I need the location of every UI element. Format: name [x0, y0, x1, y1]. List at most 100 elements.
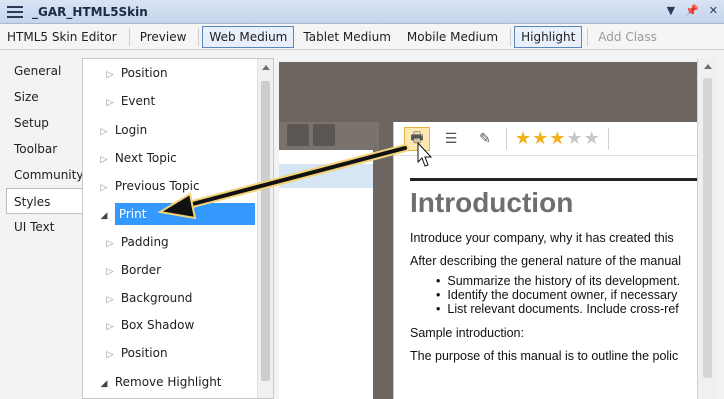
- menu-icon[interactable]: [7, 5, 23, 18]
- tree-item-print[interactable]: ◢ Print: [97, 203, 257, 225]
- tab-setup[interactable]: Setup: [0, 110, 82, 136]
- tree-item-label: Border: [120, 263, 162, 277]
- tab-toolbar[interactable]: Toolbar: [0, 136, 82, 162]
- tree-item-remove-highlight[interactable]: ◢ Remove Highlight: [97, 371, 222, 393]
- expand-icon[interactable]: ▷: [103, 233, 117, 255]
- preview-scrollbar[interactable]: [697, 58, 717, 399]
- toolbar-divider: [198, 27, 200, 46]
- scroll-thumb[interactable]: [261, 81, 270, 381]
- paragraph: After describing the general nature of t…: [410, 254, 682, 268]
- scroll-up-icon[interactable]: [262, 65, 270, 70]
- topic-heading: Introduction: [410, 187, 574, 218]
- tree-item-label: Login: [114, 123, 148, 137]
- tree-item-next-topic[interactable]: ▷ Next Topic: [97, 147, 177, 169]
- pin-icon[interactable]: 📌: [685, 4, 699, 17]
- collapse-icon[interactable]: ◢: [97, 205, 111, 227]
- highlight-button[interactable]: Highlight: [514, 25, 583, 48]
- tree-item-event[interactable]: ▷ Event: [103, 90, 156, 114]
- expand-icon[interactable]: ▷: [103, 64, 117, 86]
- expand-icon[interactable]: ▷: [103, 316, 117, 338]
- list-icon[interactable]: ☰: [438, 127, 464, 151]
- tree-item-label: Previous Topic: [114, 179, 200, 193]
- tree-scrollbar[interactable]: [257, 59, 273, 398]
- tree-item-label: Background: [120, 291, 193, 305]
- tree-item-padding[interactable]: ▷ Padding: [103, 231, 169, 253]
- toolbar-divider: [128, 27, 130, 46]
- editor-toolbar: HTML5 Skin Editor Preview Web Medium Tab…: [0, 24, 724, 50]
- list-item: List relevant documents. Include cross-r…: [436, 302, 697, 316]
- toolbar-divider: [510, 27, 512, 46]
- list-icon[interactable]: [313, 124, 335, 146]
- edit-icon[interactable]: ✎: [472, 127, 498, 151]
- tab-ui-text[interactable]: UI Text: [0, 214, 82, 240]
- tree-item-label: Padding: [120, 235, 169, 249]
- tree-item-label: Box Shadow: [120, 318, 195, 332]
- tree-item-label: Event: [120, 94, 156, 108]
- preview-button[interactable]: Preview: [133, 26, 194, 48]
- topic-body: Introduction Introduce your company, why…: [410, 178, 697, 372]
- list-item: Identify the document owner, if necessar…: [436, 288, 697, 302]
- tree-item-login[interactable]: ▷ Login: [97, 119, 148, 143]
- paragraph: Sample introduction:: [410, 326, 524, 340]
- tab-html5-skin-editor[interactable]: HTML5 Skin Editor: [0, 26, 124, 48]
- expand-icon[interactable]: ▷: [103, 289, 117, 311]
- expand-icon[interactable]: ▷: [103, 261, 117, 283]
- paragraph: Introduce your company, why it has creat…: [410, 231, 674, 245]
- tab-community[interactable]: Community: [0, 162, 83, 188]
- close-icon[interactable]: ✕: [709, 4, 718, 17]
- window-controls: ▼ 📌 ✕: [667, 4, 718, 17]
- styles-tree: ▷ Position ▷ Event ▷ Login ▷ Next Topic …: [82, 58, 274, 399]
- window-title: _GAR_HTML5Skin: [32, 4, 148, 19]
- preview-sidebar-row: [279, 164, 373, 188]
- preview-mini-toolbar: [279, 122, 379, 150]
- tab-general[interactable]: General: [0, 58, 82, 84]
- toolbar-divider: [587, 27, 589, 46]
- expand-icon[interactable]: ▷: [97, 121, 111, 143]
- settings-tabs: General Size Setup Toolbar Community Sty…: [0, 58, 83, 399]
- scroll-thumb[interactable]: [703, 78, 712, 378]
- tree-item-position-2[interactable]: ▷ Position: [103, 342, 168, 364]
- preview-sidebar: [279, 150, 373, 399]
- tab-size[interactable]: Size: [0, 84, 82, 110]
- expand-icon[interactable]: ▷: [97, 149, 111, 171]
- tree-item-label: Position: [120, 346, 168, 360]
- bullet-list: Summarize the history of its development…: [436, 274, 697, 316]
- toolbar-divider: [607, 127, 609, 150]
- preview-topic: 🖶 ☰ ✎ ★ ★ ★ ★ ★ Introduction Introduce y…: [393, 122, 697, 399]
- topic-toolbar: 🖶 ☰ ✎ ★ ★ ★ ★ ★: [394, 122, 697, 156]
- print-icon[interactable]: 🖶: [404, 126, 430, 151]
- dropdown-icon[interactable]: ▼: [667, 4, 675, 17]
- list-item: Summarize the history of its development…: [436, 274, 697, 288]
- tree-item-box-shadow[interactable]: ▷ Box Shadow: [103, 314, 195, 338]
- star-icon[interactable]: ★: [566, 128, 582, 149]
- expand-icon[interactable]: ▷: [103, 344, 117, 366]
- tree-item-label: Position: [120, 66, 168, 80]
- add-class-button[interactable]: Add Class: [591, 26, 664, 48]
- collapse-icon[interactable]: ◢: [97, 373, 111, 395]
- tree-item-label: Next Topic: [114, 151, 177, 165]
- tree-item-position[interactable]: ▷ Position: [103, 62, 168, 84]
- print-icon[interactable]: [287, 124, 309, 146]
- tab-styles[interactable]: Styles: [6, 188, 83, 214]
- tree-item-background[interactable]: ▷ Background: [103, 287, 193, 311]
- tree-item-label: Remove Highlight: [114, 375, 222, 389]
- tree-item-label: Print: [114, 203, 255, 225]
- star-icon[interactable]: ★: [515, 128, 531, 149]
- paragraph: The purpose of this manual is to outline…: [410, 349, 679, 363]
- expand-icon[interactable]: ▷: [103, 92, 117, 114]
- heading-rule: [410, 178, 697, 181]
- mobile-medium-button[interactable]: Mobile Medium: [400, 26, 505, 48]
- scroll-up-icon[interactable]: [704, 64, 712, 69]
- rating-stars[interactable]: ★ ★ ★ ★ ★: [515, 128, 600, 149]
- tree-item-border[interactable]: ▷ Border: [103, 259, 162, 283]
- star-icon[interactable]: ★: [532, 128, 548, 149]
- tablet-medium-button[interactable]: Tablet Medium: [296, 26, 398, 48]
- star-icon[interactable]: ★: [549, 128, 565, 149]
- star-icon[interactable]: ★: [584, 128, 600, 149]
- window-titlebar: _GAR_HTML5Skin ▼ 📌 ✕: [0, 0, 724, 24]
- web-medium-button[interactable]: Web Medium: [202, 25, 295, 48]
- skin-preview: 🖶 ☰ ✎ ★ ★ ★ ★ ★ Introduction Introduce y…: [279, 62, 697, 399]
- expand-icon[interactable]: ▷: [97, 177, 111, 199]
- tree-item-previous-topic[interactable]: ▷ Previous Topic: [97, 175, 200, 197]
- toolbar-divider: [506, 127, 507, 150]
